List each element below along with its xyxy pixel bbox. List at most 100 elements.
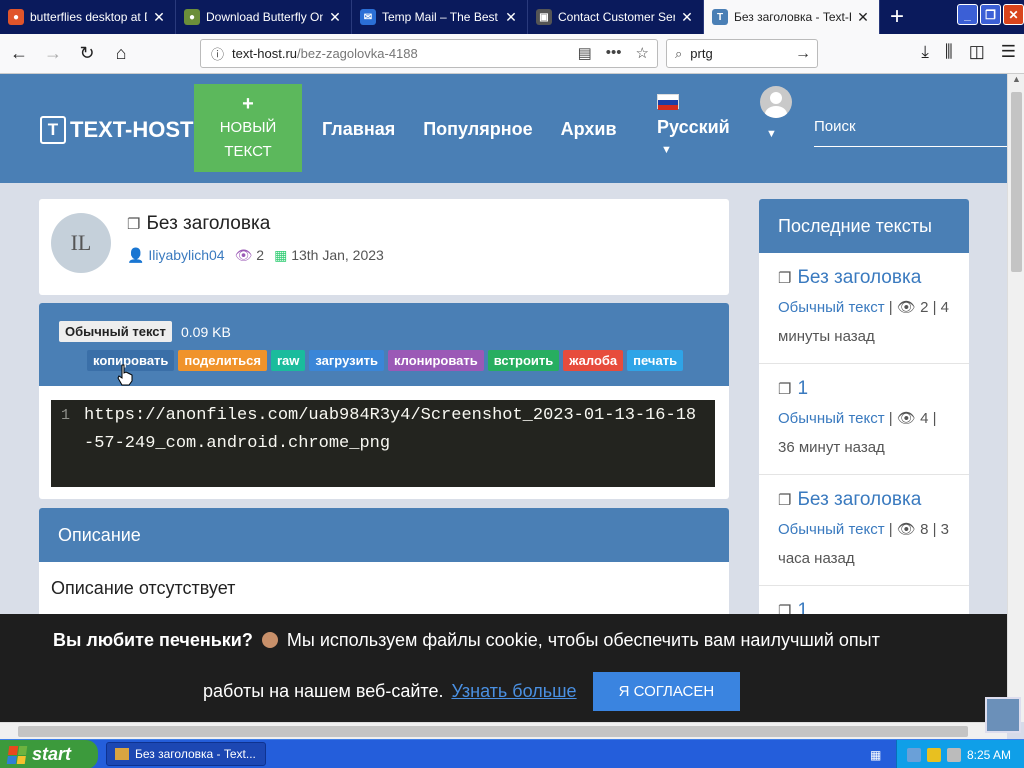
nav-archive[interactable]: Архив xyxy=(561,119,617,140)
hand-cursor-icon xyxy=(117,364,133,386)
author-link[interactable]: 👤 Iliyabylich04 xyxy=(127,247,225,264)
browser-tab[interactable]: ● butterflies desktop at Du ✕ xyxy=(0,0,176,34)
cookie-icon xyxy=(261,632,278,648)
clock: 8:25 AM xyxy=(967,747,1012,762)
recent-text-syntax[interactable]: Обычный текст xyxy=(778,521,885,538)
paste-content-card: Обычный текст 0.09 KB копировать поделить… xyxy=(39,303,729,499)
scroll-to-top-icon[interactable] xyxy=(985,697,1021,733)
line-number: 1 xyxy=(61,407,71,424)
scrollbar-thumb[interactable] xyxy=(18,726,968,737)
code-block[interactable]: 1 https://anonfiles.com/uab984R3y4/Scree… xyxy=(51,400,715,487)
action-button[interactable]: печать xyxy=(627,350,684,371)
window-app-icon xyxy=(115,748,129,760)
recent-text-title[interactable]: Без заголовка xyxy=(797,489,921,511)
bookmark-star-icon[interactable]: ☆ xyxy=(636,44,649,62)
action-button[interactable]: поделиться xyxy=(178,350,267,371)
restore-icon[interactable]: ❐ xyxy=(980,4,1001,25)
paste-toolbar: Обычный текст 0.09 KB копировать поделить… xyxy=(39,303,729,386)
nav-popular[interactable]: Популярное xyxy=(423,119,532,140)
paste-actions: копировать поделиться raw загрузить клониров… xyxy=(87,350,684,371)
recent-text-title[interactable]: Без заголовка xyxy=(797,267,921,289)
recent-text-item[interactable]: ❐ Без заголовка Обычный текст | 👁 8 | 3 ч… xyxy=(759,475,969,586)
horizontal-scrollbar[interactable] xyxy=(0,722,1007,739)
paste-title: ❐ Без заголовка xyxy=(127,213,270,235)
network-icon[interactable] xyxy=(907,747,921,762)
browser-search-box[interactable]: ⌕ prtg → xyxy=(666,39,818,68)
site-search-input[interactable]: Поиск xyxy=(814,110,1007,147)
browser-nav-bar: ← → ↻ ⌂ ⓘ text-host.ru/bez-zagolovka-418… xyxy=(0,34,1024,74)
cookie-message: Мы используем файлы cookie, чтобы обеспе… xyxy=(286,630,880,650)
web-page: T TEXT-HOST RU + НОВЫЙ ТЕКСТ Главная Поп… xyxy=(0,74,1007,722)
description-body: Описание отсутствует xyxy=(51,578,236,598)
action-button[interactable]: загрузить xyxy=(309,350,384,371)
taskbar: start Без заголовка - Text... ▦ 8:25 AM xyxy=(0,739,1024,768)
minimize-icon[interactable]: _ xyxy=(957,4,978,25)
recent-text-title[interactable]: 1 xyxy=(797,378,808,400)
tab-favicon-icon: ▣ xyxy=(536,9,552,25)
agree-button[interactable]: Я СОГЛАСЕН xyxy=(592,672,741,711)
russian-flag-icon xyxy=(657,94,679,110)
views-count: 👁 2 xyxy=(235,247,264,264)
recent-text-syntax[interactable]: Обычный текст xyxy=(778,410,885,427)
vertical-scrollbar[interactable]: ▲ xyxy=(1007,74,1024,722)
browser-tab[interactable]: ✉ Temp Mail – The Best Te ✕ xyxy=(352,0,528,34)
browser-tab[interactable]: ▣ Contact Customer Servic ✕ xyxy=(528,0,704,34)
volume-icon[interactable] xyxy=(947,747,961,762)
tab-favicon-icon: ● xyxy=(184,9,200,25)
back-icon[interactable]: ← xyxy=(4,39,34,69)
forward-icon[interactable]: → xyxy=(38,39,68,69)
syntax-badge: Обычный текст xyxy=(59,321,172,342)
tab-close-icon[interactable]: ✕ xyxy=(151,9,167,26)
library-icon[interactable]: ⫼ xyxy=(945,42,953,62)
url-bar[interactable]: ⓘ text-host.ru/bez-zagolovka-4188 ▤ ••• … xyxy=(200,39,658,68)
action-button[interactable]: клонировать xyxy=(387,350,484,371)
home-icon[interactable]: ⌂ xyxy=(106,39,136,69)
keyboard-icon[interactable]: ▦ xyxy=(870,748,881,762)
paste-date-value: 13th Jan, 2023 xyxy=(291,247,384,263)
main-nav: Главная Популярное Архив xyxy=(322,119,617,140)
tab-close-icon[interactable]: ✕ xyxy=(503,9,519,26)
search-go-icon[interactable]: → xyxy=(795,45,811,63)
close-window-icon[interactable]: ✕ xyxy=(1003,4,1024,25)
recent-text-syntax[interactable]: Обычный текст xyxy=(778,299,885,316)
cookie-text-line1: Вы любите печеньки? Мы используем файлы … xyxy=(53,630,1007,651)
action-button[interactable]: встроить xyxy=(487,350,560,371)
start-label: start xyxy=(32,744,72,764)
recent-text-item[interactable]: ❐ 1 Обычный текст | 👁 4 | 36 минут назад xyxy=(759,364,969,475)
user-menu[interactable]: ▼ xyxy=(760,86,792,140)
cookie-text-line2: работы на нашем веб-сайте. Узнать больше… xyxy=(203,672,741,711)
tab-close-icon[interactable]: ✕ xyxy=(855,9,871,26)
recent-text-item[interactable]: ❐ Без заголовка Обычный текст | 👁 2 | 4 м… xyxy=(759,253,969,364)
page-actions-icon[interactable]: ••• xyxy=(606,44,622,62)
action-button[interactable]: raw xyxy=(270,350,306,371)
start-button[interactable]: start xyxy=(0,740,98,768)
tab-close-icon[interactable]: ✕ xyxy=(327,9,343,26)
logo-mark-icon: T xyxy=(40,116,66,144)
security-shield-icon[interactable] xyxy=(927,747,941,762)
browser-tab-active[interactable]: T Без заголовка - Text-H ✕ xyxy=(704,0,880,34)
scrollbar-thumb[interactable] xyxy=(1011,92,1022,272)
action-button[interactable]: жалоба xyxy=(563,350,624,371)
taskbar-window-button[interactable]: Без заголовка - Text... xyxy=(106,742,266,766)
learn-more-link[interactable]: Узнать больше xyxy=(451,681,576,702)
new-text-button[interactable]: + НОВЫЙ ТЕКСТ xyxy=(194,84,302,172)
tab-favicon-icon: ● xyxy=(8,9,24,25)
windows-logo-icon xyxy=(6,745,28,764)
reader-view-icon[interactable]: ▤ xyxy=(578,44,592,62)
document-icon: ❐ xyxy=(127,216,141,233)
views-value: 2 xyxy=(256,247,265,263)
scroll-up-icon[interactable]: ▲ xyxy=(1008,74,1024,90)
sidebar-icon[interactable]: ◫ xyxy=(969,42,985,62)
browser-tab[interactable]: ● Download Butterfly On Fl ✕ xyxy=(176,0,352,34)
site-info-icon[interactable]: ⓘ xyxy=(211,44,224,63)
language-selector[interactable]: Русский ▼ xyxy=(657,94,730,156)
search-icon: ⌕ xyxy=(675,45,683,61)
tab-title: Без заголовка - Text-H xyxy=(734,10,851,24)
new-tab-button[interactable]: + xyxy=(880,0,914,34)
tab-close-icon[interactable]: ✕ xyxy=(679,9,695,26)
menu-icon[interactable]: ☰ xyxy=(1001,42,1016,62)
tab-title: butterflies desktop at Du xyxy=(30,10,147,24)
downloads-icon[interactable]: ⤓ xyxy=(921,42,929,62)
nav-home[interactable]: Главная xyxy=(322,119,395,140)
reload-icon[interactable]: ↻ xyxy=(72,39,102,69)
